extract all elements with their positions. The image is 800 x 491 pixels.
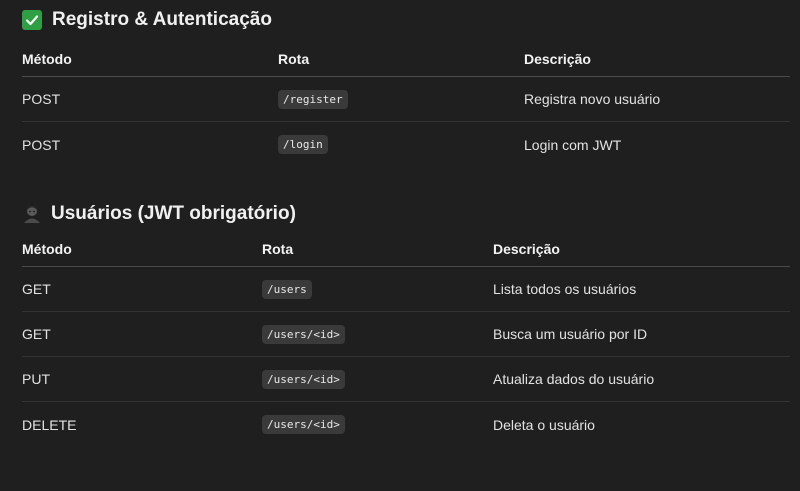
section-heading: Registro & Autenticação <box>22 0 272 40</box>
header-rota: Rota <box>278 51 310 67</box>
route-code: /register <box>278 89 348 109</box>
route-cell: /login <box>278 122 328 167</box>
route-code: /users/<id> <box>262 324 345 344</box>
header-rota: Rota <box>262 241 294 257</box>
header-descricao: Descrição <box>524 51 591 67</box>
route-code: /users/<id> <box>262 369 345 389</box>
description-cell: Atualiza dados do usuário <box>493 371 655 387</box>
route-cell: /users/<id> <box>262 402 345 447</box>
method-cell: DELETE <box>22 416 77 433</box>
table-header-row: Método Rota Descrição <box>22 232 790 267</box>
table-row: POST /register Registra novo usuário <box>22 77 790 122</box>
method-cell: POST <box>22 91 61 107</box>
description-cell: Login com JWT <box>524 136 622 153</box>
header-metodo: Método <box>22 241 72 257</box>
method-cell: PUT <box>22 371 50 387</box>
section-title: Usuários (JWT obrigatório) <box>51 203 296 224</box>
endpoints-table: Método Rota Descrição GET /users Lista t… <box>22 232 790 447</box>
header-metodo: Método <box>22 51 72 67</box>
method-cell: GET <box>22 281 51 297</box>
description-cell: Lista todos os usuários <box>493 281 637 297</box>
route-cell: /users/<id> <box>262 357 345 401</box>
route-cell: /users/<id> <box>262 312 345 356</box>
method-cell: POST <box>22 136 61 153</box>
table-row: POST /login Login com JWT <box>22 122 790 167</box>
section-title: Registro & Autenticação <box>52 9 272 30</box>
section-heading: Usuários (JWT obrigatório) <box>22 194 296 234</box>
description-cell: Busca um usuário por ID <box>493 326 648 342</box>
description-cell: Registra novo usuário <box>524 91 661 107</box>
user-icon <box>22 204 42 224</box>
table-header-row: Método Rota Descrição <box>22 42 790 77</box>
method-cell: GET <box>22 326 51 342</box>
route-cell: /register <box>278 77 348 121</box>
route-code: /users/<id> <box>262 415 345 434</box>
route-code: /login <box>278 135 328 154</box>
check-mark-icon <box>22 10 42 30</box>
table-row: DELETE /users/<id> Deleta o usuário <box>22 402 790 447</box>
table-row: PUT /users/<id> Atualiza dados do usuári… <box>22 357 790 402</box>
route-cell: /users <box>262 267 312 311</box>
route-code: /users <box>262 279 312 299</box>
endpoints-table: Método Rota Descrição POST /register Reg… <box>22 42 790 167</box>
table-row: GET /users/<id> Busca um usuário por ID <box>22 312 790 357</box>
description-cell: Deleta o usuário <box>493 416 595 433</box>
header-descricao: Descrição <box>493 241 560 257</box>
table-row: GET /users Lista todos os usuários <box>22 267 790 312</box>
